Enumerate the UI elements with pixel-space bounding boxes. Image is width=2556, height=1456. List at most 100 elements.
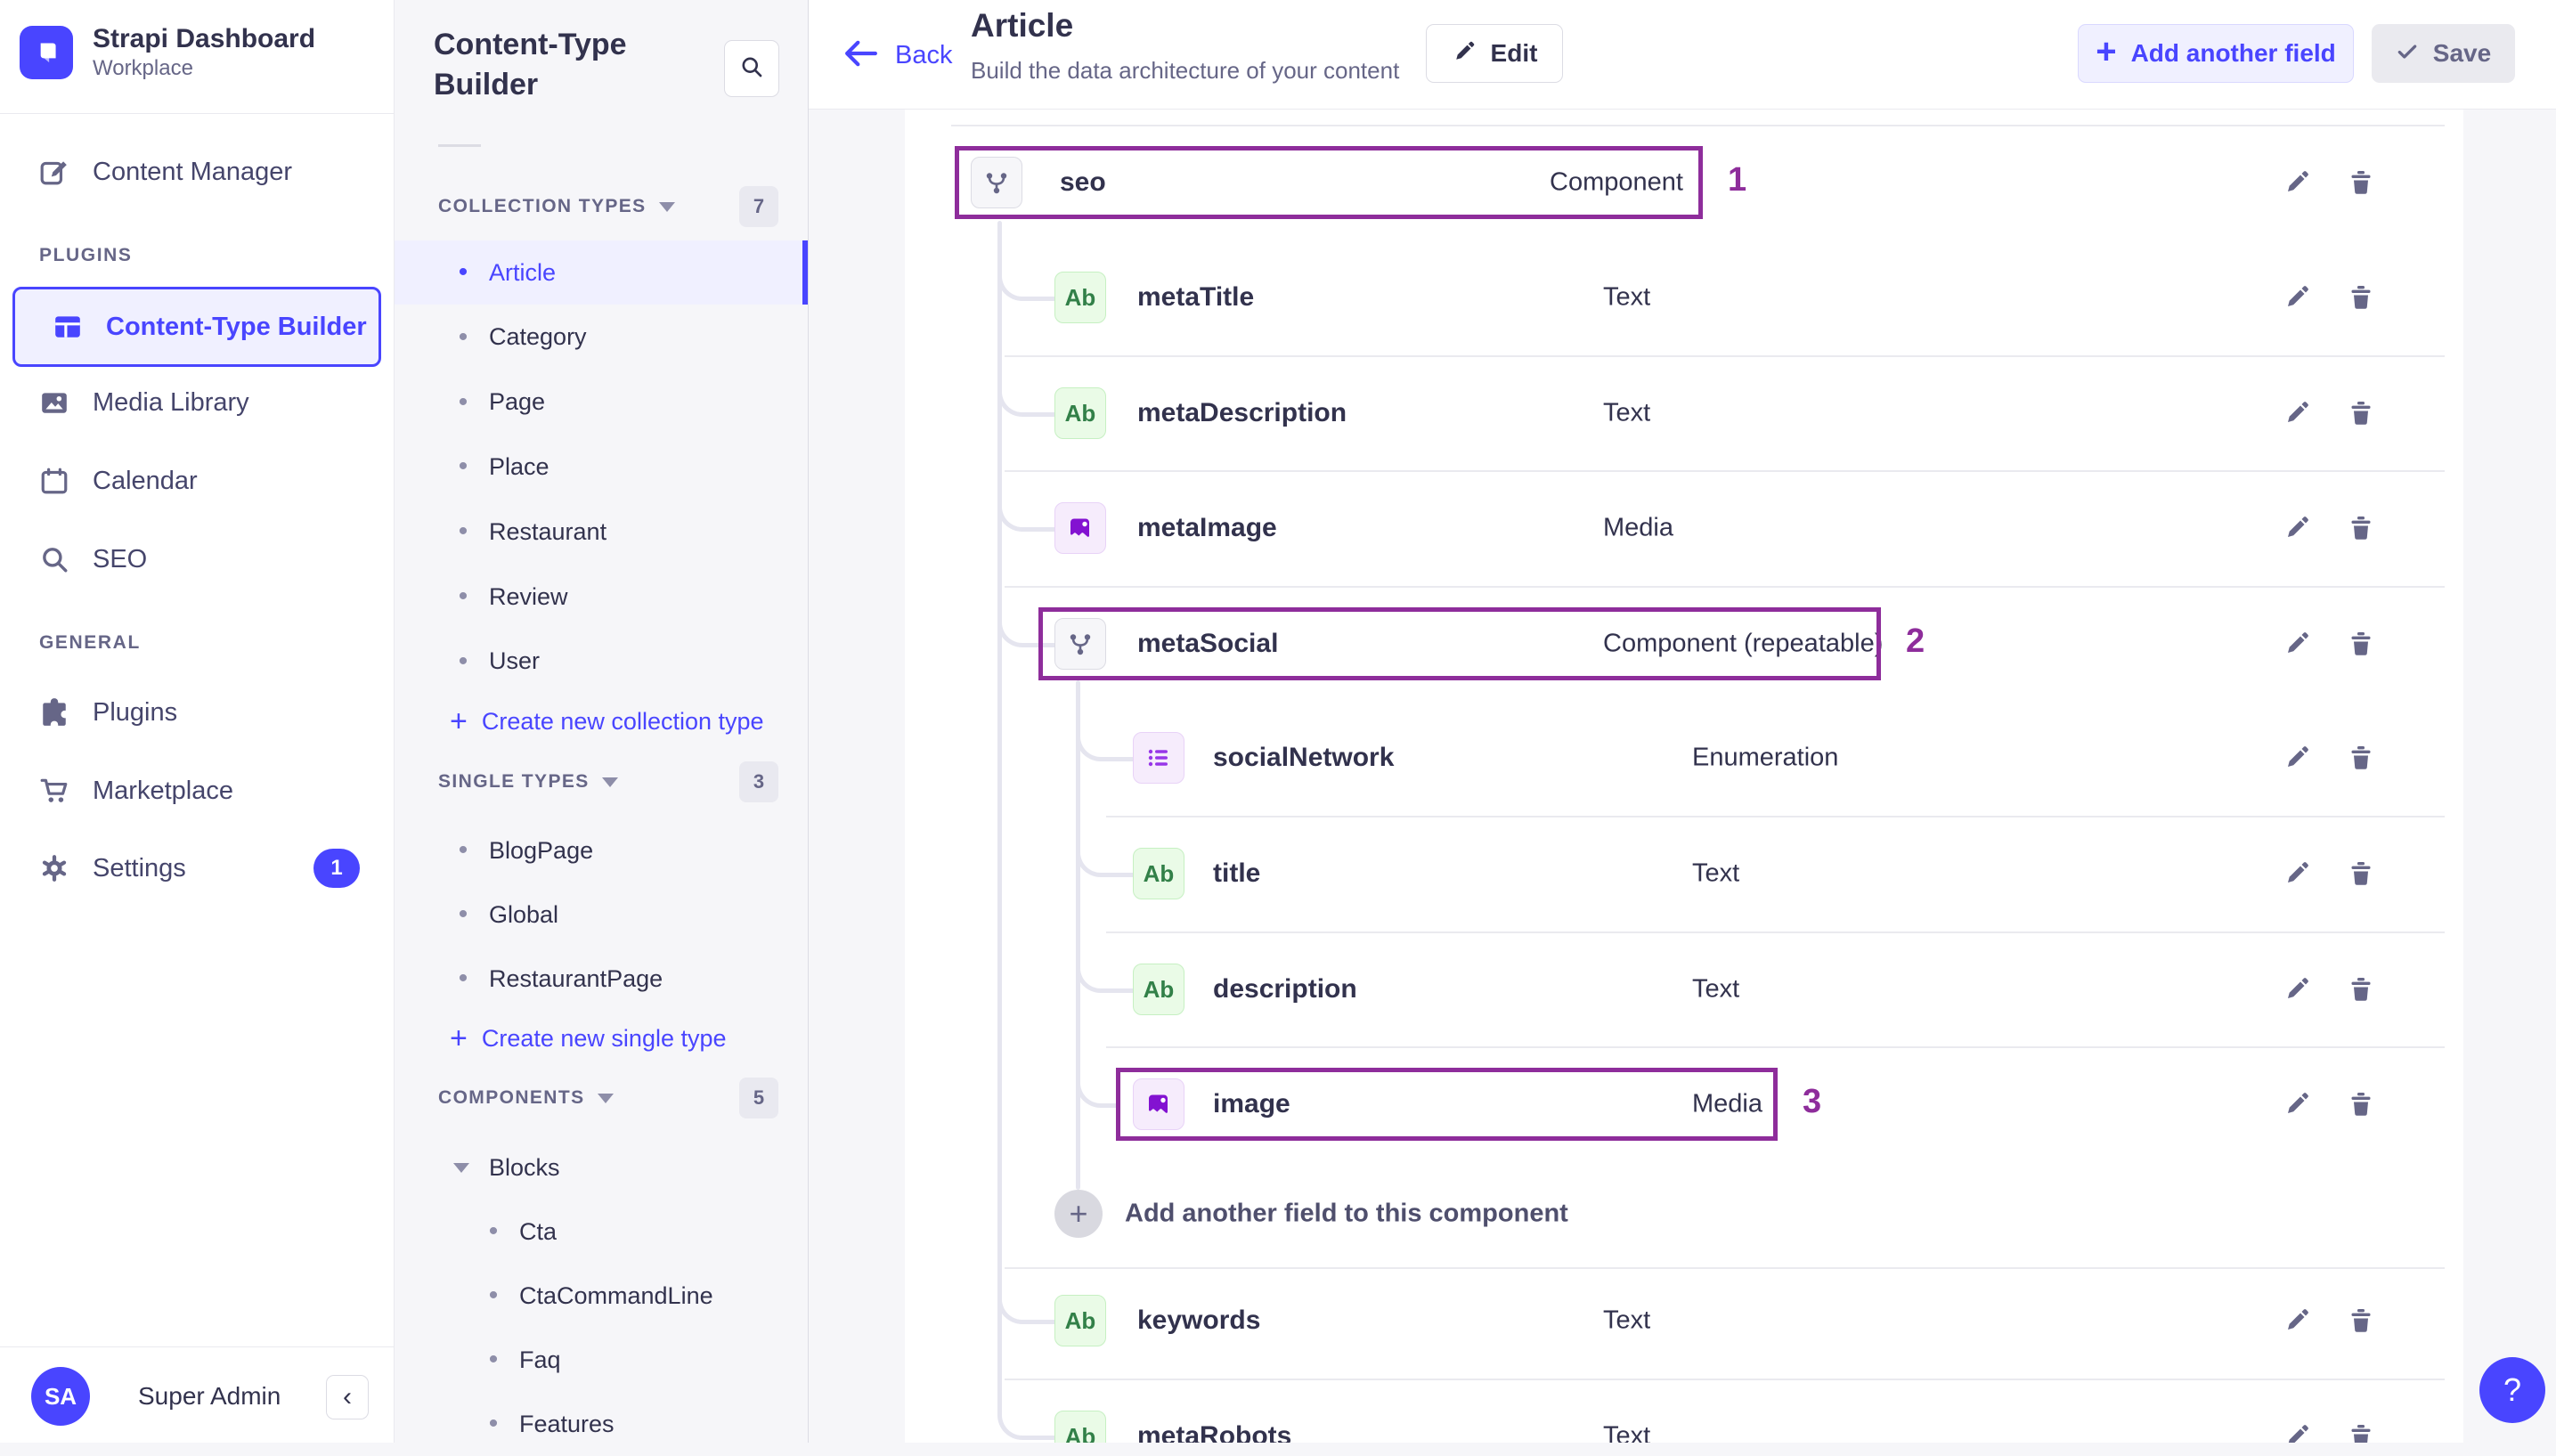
item-label: BlogPage	[489, 836, 594, 864]
edit-field-button[interactable]	[2276, 737, 2317, 778]
field-type: Text	[1692, 858, 1740, 888]
bullet-icon: •	[488, 1216, 499, 1246]
delete-field-button[interactable]	[2340, 969, 2381, 1010]
bullet-icon: •	[458, 451, 468, 482]
edit-label: Edit	[1490, 39, 1538, 67]
delete-field-button[interactable]	[2340, 508, 2381, 549]
panel-search-button[interactable]	[724, 40, 779, 97]
bullet-icon: •	[458, 257, 468, 287]
back-label: Back	[895, 41, 953, 69]
edit-field-button[interactable]	[2276, 277, 2317, 318]
delete-field-button[interactable]	[2340, 393, 2381, 434]
sidebar-divider	[0, 113, 394, 114]
delete-field-button[interactable]	[2340, 623, 2381, 664]
workspace-name: Workplace	[93, 56, 193, 80]
field-name: title	[1213, 858, 1261, 888]
delete-field-button[interactable]	[2340, 277, 2381, 318]
field-row-metasocial: metaSocial Component (repeatable)	[905, 587, 2463, 701]
collection-type-category[interactable]: • Category	[395, 305, 808, 370]
edit-field-button[interactable]	[2276, 969, 2317, 1010]
delete-field-button[interactable]	[2340, 853, 2381, 894]
item-label: Restaurant	[489, 517, 607, 545]
help-button[interactable]: ?	[2479, 1357, 2545, 1423]
sidebar-item-plugins[interactable]: Plugins	[0, 678, 394, 747]
component-cta[interactable]: • Cta	[395, 1200, 808, 1264]
edit-field-button[interactable]	[2276, 853, 2317, 894]
single-type-blogpage[interactable]: • BlogPage	[395, 818, 808, 883]
sidebar-item-content-type-builder[interactable]: Content-Type Builder	[12, 287, 381, 367]
section-header-collection-types[interactable]: COLLECTION TYPES	[438, 186, 675, 227]
add-another-field-button[interactable]: + Add another field	[2078, 24, 2354, 83]
chevron-left-icon: ‹	[343, 1382, 352, 1411]
content-type-builder-icon	[53, 312, 83, 342]
collection-type-review[interactable]: • Review	[395, 565, 808, 629]
delete-field-button[interactable]	[2340, 1084, 2381, 1125]
section-header-single-types[interactable]: SINGLE TYPES	[438, 761, 618, 802]
field-name: image	[1213, 1089, 1290, 1118]
bullet-icon: •	[488, 1409, 499, 1438]
single-type-restaurantpage[interactable]: • RestaurantPage	[395, 947, 808, 1011]
edit-field-button[interactable]	[2276, 393, 2317, 434]
section-count-badge: 3	[739, 761, 778, 802]
text-field-icon: Ab	[1054, 1411, 1106, 1443]
sidebar-item-label: Calendar	[93, 466, 198, 495]
sidebar-item-content-manager[interactable]: Content Manager	[0, 137, 394, 207]
page-subtitle: Build the data architecture of your cont…	[971, 57, 1400, 84]
strapi-logo-icon	[20, 26, 73, 79]
check-icon	[2396, 40, 2419, 68]
media-icon	[1054, 502, 1106, 554]
component-faq[interactable]: • Faq	[395, 1328, 808, 1392]
collection-type-article[interactable]: • Article	[395, 240, 808, 305]
puzzle-icon	[39, 697, 69, 728]
text-field-icon: Ab	[1054, 1295, 1106, 1346]
create-collection-type-link[interactable]: + Create new collection type	[450, 689, 764, 753]
component-group-blocks[interactable]: Blocks	[395, 1135, 808, 1200]
plus-icon: +	[2096, 31, 2117, 71]
edit-field-button[interactable]	[2276, 623, 2317, 664]
collection-type-page[interactable]: • Page	[395, 370, 808, 435]
annotation-number-1: 1	[1728, 161, 1747, 199]
edit-field-button[interactable]	[2276, 1084, 2317, 1125]
collection-type-place[interactable]: • Place	[395, 435, 808, 499]
question-icon: ?	[2503, 1371, 2522, 1408]
sidebar-item-settings[interactable]: Settings 1	[0, 834, 394, 903]
field-row-keywords: Ab keywords Text	[905, 1264, 2463, 1378]
collection-type-user[interactable]: • User	[395, 630, 808, 694]
delete-field-button[interactable]	[2340, 1416, 2381, 1443]
sidebar-item-marketplace[interactable]: Marketplace	[0, 756, 394, 826]
sidebar-item-seo[interactable]: SEO	[0, 525, 394, 594]
nav-section-general: GENERAL	[39, 632, 141, 653]
add-field-to-component-button[interactable]: +	[1054, 1190, 1103, 1238]
edit-field-button[interactable]	[2276, 1416, 2317, 1443]
plus-icon: +	[450, 1021, 468, 1055]
delete-field-button[interactable]	[2340, 737, 2381, 778]
sidebar-item-label: Plugins	[93, 697, 178, 727]
sidebar-item-label: Content Manager	[93, 157, 293, 186]
caret-down-icon	[658, 201, 675, 212]
back-link[interactable]: Back	[842, 34, 952, 77]
edit-button[interactable]: Edit	[1426, 24, 1563, 83]
workspace-header[interactable]: Strapi Dashboard Workplace	[20, 23, 315, 82]
field-name: keywords	[1137, 1306, 1261, 1335]
delete-field-button[interactable]	[2340, 162, 2381, 203]
collection-type-restaurant[interactable]: • Restaurant	[395, 500, 808, 564]
delete-field-button[interactable]	[2340, 1300, 2381, 1341]
component-features[interactable]: • Features	[395, 1392, 808, 1456]
edit-field-button[interactable]	[2276, 162, 2317, 203]
text-field-icon: Ab	[1133, 848, 1184, 899]
sidebar-item-calendar[interactable]: Calendar	[0, 446, 394, 516]
save-label: Save	[2432, 39, 2492, 67]
sidebar-item-media-library[interactable]: Media Library	[0, 368, 394, 437]
edit-field-button[interactable]	[2276, 1300, 2317, 1341]
component-ctacommandline[interactable]: • CtaCommandLine	[395, 1264, 808, 1328]
edit-field-button[interactable]	[2276, 508, 2317, 549]
create-single-type-link[interactable]: + Create new single type	[450, 1006, 727, 1070]
sidebar-collapse-button[interactable]: ‹	[326, 1375, 369, 1419]
field-row-description: Ab description Text	[905, 932, 2463, 1046]
save-button[interactable]: Save	[2372, 24, 2515, 83]
field-name: metaSocial	[1137, 629, 1279, 658]
user-name: Super Admin	[138, 1382, 281, 1410]
section-header-components[interactable]: COMPONENTS	[438, 1078, 614, 1118]
single-type-global[interactable]: • Global	[395, 883, 808, 947]
component-icon	[971, 157, 1022, 208]
